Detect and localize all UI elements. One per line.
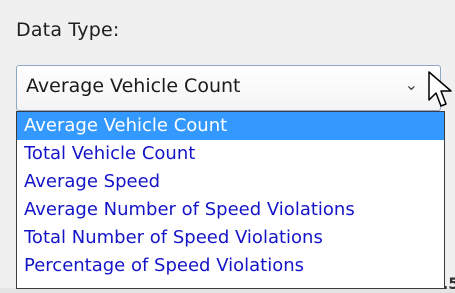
dropdown-option-average-number-of-speed-violations[interactable]: Average Number of Speed Violations — [17, 196, 444, 224]
data-type-dropdown-list: Average Vehicle Count Total Vehicle Coun… — [16, 111, 445, 289]
data-type-select-value: Average Vehicle Count — [26, 75, 241, 97]
mouse-cursor-icon — [428, 71, 452, 107]
chevron-down-icon[interactable]: ⌄ — [405, 77, 418, 93]
dropdown-option-average-vehicle-count[interactable]: Average Vehicle Count — [17, 112, 444, 140]
dropdown-option-total-vehicle-count[interactable]: Total Vehicle Count — [17, 140, 444, 168]
dropdown-option-average-speed[interactable]: Average Speed — [17, 168, 444, 196]
data-type-label: Data Type: — [16, 19, 120, 41]
dropdown-option-total-number-of-speed-violations[interactable]: Total Number of Speed Violations — [17, 224, 444, 252]
data-type-select[interactable]: Average Vehicle Count ⌄ — [16, 65, 441, 111]
dropdown-option-percentage-of-speed-violations[interactable]: Percentage of Speed Violations — [17, 252, 444, 280]
